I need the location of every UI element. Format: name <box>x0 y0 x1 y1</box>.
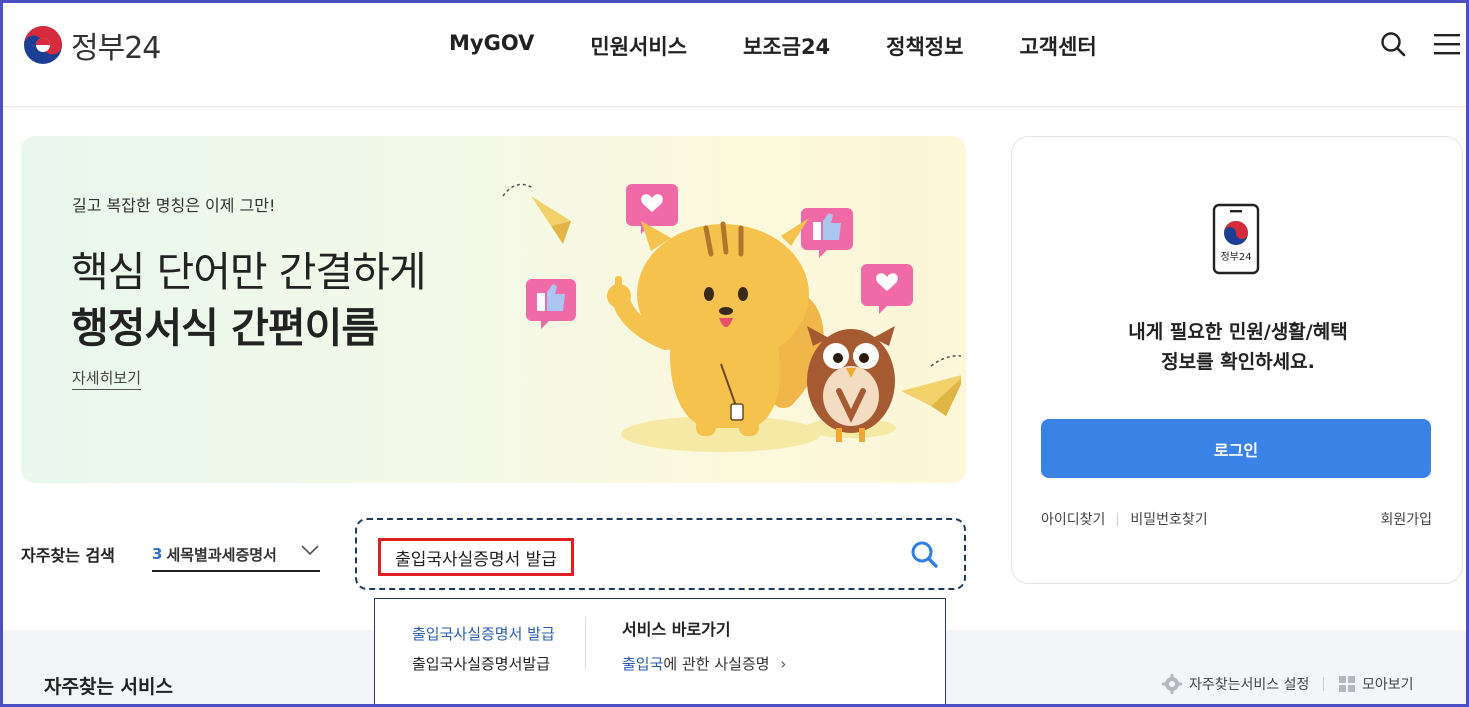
signup-link[interactable]: 회원가입 <box>1380 509 1432 529</box>
login-card: 정부24 내게 필요한 민원/생활/혜택 정보를 확인하세요. 로그인 아이디찾… <box>1011 136 1463 584</box>
view-all-button[interactable]: 모아보기 <box>1339 674 1414 694</box>
login-message: 내게 필요한 민원/생활/혜택 정보를 확인하세요. <box>1012 317 1464 377</box>
promo-banner[interactable]: 길고 복잡한 명칭은 이제 그만! 핵심 단어만 간결하게 행정서식 간편이름 … <box>21 136 966 483</box>
suggestion-item[interactable]: 출입국사실증명서 발급 <box>412 619 555 649</box>
nav-policy-info[interactable]: 정책정보 <box>886 31 963 61</box>
services-settings-button[interactable]: 자주찾는서비스 설정 <box>1162 674 1309 694</box>
link-divider <box>1117 512 1119 526</box>
site-header: 정부24 MyGOV 민원서비스 보조금24 정책정보 고객센터 <box>3 3 1466 107</box>
banner-subtitle: 길고 복잡한 명칭은 이제 그만! <box>72 196 276 215</box>
nav-customer-center[interactable]: 고객센터 <box>1019 31 1096 61</box>
site-logo[interactable]: 정부24 <box>23 23 161 67</box>
nav-civil-service[interactable]: 민원서비스 <box>590 31 687 61</box>
frequent-search-rank: 3 <box>152 545 163 563</box>
view-all-label: 모아보기 <box>1362 677 1414 693</box>
mobile-phone-icon: 정부24 <box>1212 203 1260 275</box>
frequent-search-label: 자주찾는 검색 <box>21 546 115 565</box>
services-divider <box>1323 677 1324 691</box>
grid-icon <box>1339 676 1355 692</box>
find-id-link[interactable]: 아이디찾기 <box>1041 509 1105 529</box>
services-title: 자주찾는 서비스 <box>44 676 173 698</box>
nav-subsidy24[interactable]: 보조금24 <box>743 31 830 61</box>
banner-headline: 핵심 단어만 간결하게 <box>71 248 427 296</box>
search-box: 출입국사실증명서 발급 <box>355 518 966 590</box>
hamburger-menu-icon[interactable] <box>1434 33 1460 59</box>
services-settings-label: 자주찾는서비스 설정 <box>1189 677 1310 693</box>
autocomplete-dropdown: 출입국사실증명서 발급 출입국사실증명서발급 서비스 바로가기 출입국에 관한 … <box>374 598 946 707</box>
suggestion-list: 출입국사실증명서 발급 출입국사실증명서발급 <box>412 619 555 679</box>
mascot-illustration <box>502 183 961 452</box>
search-submit-icon[interactable] <box>910 540 938 572</box>
chevron-right-icon: › <box>780 655 787 673</box>
header-search-icon[interactable] <box>1380 31 1406 61</box>
banner-headline-bold: 행정서식 간편이름 <box>71 304 379 352</box>
shortcut-link[interactable]: 출입국에 관한 사실증명 › <box>622 653 786 674</box>
gear-icon <box>1162 674 1182 694</box>
service-shortcut: 서비스 바로가기 출입국에 관한 사실증명 › <box>622 619 786 674</box>
suggestion-item[interactable]: 출입국사실증명서발급 <box>412 649 555 679</box>
taegeuk-logo-icon <box>24 26 62 64</box>
login-message-line1: 내게 필요한 민원/생활/혜택 <box>1128 321 1348 343</box>
banner-more-link[interactable]: 자세히보기 <box>72 367 142 390</box>
shortcut-highlight: 출입국 <box>622 655 664 673</box>
nav-mygov[interactable]: MyGOV <box>449 31 534 61</box>
chevron-down-icon <box>301 545 319 556</box>
login-message-line2: 정보를 확인하세요. <box>1161 351 1315 373</box>
phone-label: 정부24 <box>1220 251 1251 263</box>
find-password-link[interactable]: 비밀번호찾기 <box>1130 509 1207 529</box>
login-button[interactable]: 로그인 <box>1041 419 1431 478</box>
shortcut-title: 서비스 바로가기 <box>622 620 731 639</box>
frequent-search-value: 세목별과세증명서 <box>166 545 277 564</box>
search-input[interactable]: 출입국사실증명서 발급 <box>378 538 574 576</box>
shortcut-text: 에 관한 사실증명 <box>663 655 770 673</box>
frequent-search-select[interactable]: 3 세목별과세증명서 <box>152 538 320 572</box>
logo-text: 정부24 <box>71 31 161 66</box>
account-links: 아이디찾기 비밀번호찾기 <box>1041 509 1208 529</box>
dropdown-divider <box>585 617 586 669</box>
main-nav: MyGOV 민원서비스 보조금24 정책정보 고객센터 <box>449 31 1097 61</box>
